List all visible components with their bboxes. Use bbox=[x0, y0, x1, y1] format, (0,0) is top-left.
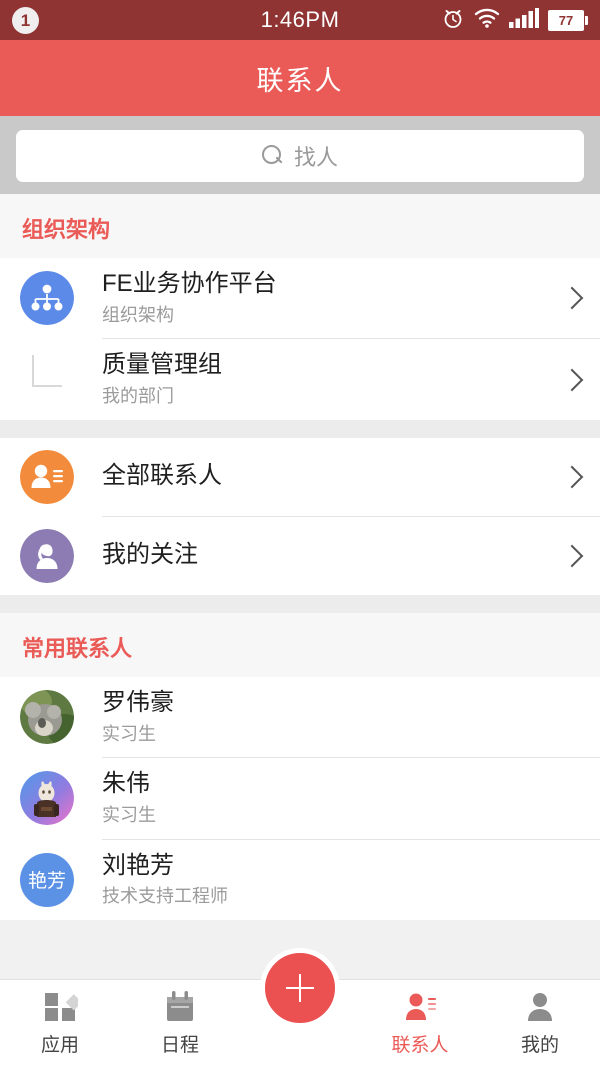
contact-name: 朱伟 bbox=[102, 770, 150, 798]
row-subtitle: 我的部门 bbox=[102, 386, 174, 407]
section-header-org: 组织架构 bbox=[0, 194, 600, 258]
row-title: FE业务协作平台 bbox=[102, 270, 277, 297]
contacts-icon bbox=[402, 990, 438, 1024]
tab-label: 应用 bbox=[40, 1035, 79, 1056]
main-content: 组织架构 FE业务协作平台 组织架构 质量管理组 我的部门 全部联系人 我的关注… bbox=[0, 194, 600, 979]
battery-level: 77 bbox=[548, 9, 584, 31]
contacts-list-icon bbox=[20, 449, 74, 504]
row-icon-slot bbox=[20, 353, 102, 407]
wifi-icon bbox=[474, 7, 500, 34]
contact-role: 实习生 bbox=[102, 723, 156, 744]
tab-schedule[interactable]: 日程 bbox=[120, 980, 240, 1067]
row-title: 全部联系人 bbox=[102, 462, 222, 490]
list-item[interactable]: 朱伟 实习生 bbox=[0, 758, 600, 839]
apps-grid-icon bbox=[42, 990, 82, 1024]
search-placeholder: 找人 bbox=[293, 145, 338, 170]
tab-contacts[interactable]: 联系人 bbox=[360, 980, 480, 1067]
row-title: 我的关注 bbox=[102, 541, 198, 569]
avatar bbox=[20, 771, 74, 826]
page-title: 联系人 bbox=[256, 65, 344, 96]
row-title: 质量管理组 bbox=[102, 351, 222, 379]
section-gap bbox=[0, 419, 600, 438]
chevron-right-icon bbox=[560, 286, 584, 310]
row-text: 全部联系人 bbox=[102, 450, 556, 503]
search-bar-container: 找人 bbox=[0, 116, 600, 194]
row-icon-slot: 艳芳 bbox=[20, 852, 102, 907]
search-input[interactable]: 找人 bbox=[16, 130, 584, 182]
org-group: FE业务协作平台 组织架构 质量管理组 我的部门 bbox=[0, 258, 600, 420]
tab-profile[interactable]: 我的 bbox=[480, 980, 600, 1067]
row-icon-slot bbox=[20, 771, 102, 826]
notification-count-badge: 1 bbox=[12, 6, 39, 34]
bottom-navigation: 应用 日程 联系人 我的 bbox=[0, 948, 600, 1067]
tab-apps[interactable]: 应用 bbox=[0, 980, 120, 1067]
chevron-right-icon bbox=[560, 465, 584, 489]
contact-role: 技术支持工程师 bbox=[102, 886, 228, 907]
person-female-icon bbox=[20, 528, 74, 583]
row-text: 朱伟 实习生 bbox=[102, 758, 580, 838]
battery-icon: 77 bbox=[548, 9, 588, 31]
section-header-frequent: 常用联系人 bbox=[0, 612, 600, 677]
tree-branch-icon bbox=[20, 353, 74, 407]
chevron-right-icon bbox=[560, 368, 584, 391]
plus-icon bbox=[286, 974, 314, 1002]
contact-name: 罗伟豪 bbox=[102, 688, 174, 716]
sidebar-item-my-follows[interactable]: 我的关注 bbox=[0, 516, 600, 595]
contact-name: 刘艳芳 bbox=[102, 851, 174, 879]
row-text: 罗伟豪 实习生 bbox=[102, 677, 580, 757]
calendar-icon bbox=[162, 990, 198, 1024]
row-icon-slot bbox=[20, 271, 102, 326]
fab-slot bbox=[240, 948, 360, 1067]
row-text: 质量管理组 我的部门 bbox=[102, 339, 556, 419]
row-icon-slot bbox=[20, 689, 102, 744]
org-chart-icon bbox=[20, 271, 74, 326]
contacts-links-group: 全部联系人 我的关注 bbox=[0, 437, 600, 595]
sidebar-item-my-department[interactable]: 质量管理组 我的部门 bbox=[0, 339, 600, 420]
app-screen: 1 1:46PM 77 联系人 找人 组织架构 FE业务协作平台 组织架构 质量… bbox=[0, 0, 600, 1067]
signal-icon bbox=[509, 7, 539, 34]
tab-label: 日程 bbox=[160, 1035, 199, 1056]
list-item[interactable]: 罗伟豪 实习生 bbox=[0, 676, 600, 758]
avatar bbox=[20, 689, 74, 744]
status-icons: 77 bbox=[441, 6, 588, 35]
search-icon bbox=[261, 145, 284, 167]
battery-cap bbox=[585, 15, 588, 25]
sidebar-item-all-contacts[interactable]: 全部联系人 bbox=[0, 437, 600, 516]
tab-label: 我的 bbox=[520, 1035, 559, 1056]
avatar: 艳芳 bbox=[20, 852, 74, 907]
app-header: 联系人 bbox=[0, 40, 600, 116]
row-text: 我的关注 bbox=[102, 529, 556, 582]
row-subtitle: 组织架构 bbox=[102, 304, 174, 325]
row-text: 刘艳芳 技术支持工程师 bbox=[102, 840, 580, 920]
chevron-right-icon bbox=[560, 544, 584, 568]
row-icon-slot bbox=[20, 528, 102, 583]
section-gap bbox=[0, 594, 600, 613]
row-icon-slot bbox=[20, 449, 102, 504]
profile-icon bbox=[522, 990, 558, 1024]
add-button[interactable] bbox=[260, 948, 340, 1028]
sidebar-item-org-platform[interactable]: FE业务协作平台 组织架构 bbox=[0, 258, 600, 339]
frequent-contacts-group: 罗伟豪 实习生 朱伟 实习生 艳芳 刘艳芳 技术支持工程师 bbox=[0, 676, 600, 920]
list-item[interactable]: 艳芳 刘艳芳 技术支持工程师 bbox=[0, 839, 600, 920]
tab-label: 联系人 bbox=[391, 1035, 449, 1056]
status-bar: 1 1:46PM 77 bbox=[0, 0, 600, 40]
alarm-icon bbox=[441, 6, 465, 35]
row-text: FE业务协作平台 组织架构 bbox=[102, 258, 556, 338]
contact-role: 实习生 bbox=[102, 804, 156, 825]
